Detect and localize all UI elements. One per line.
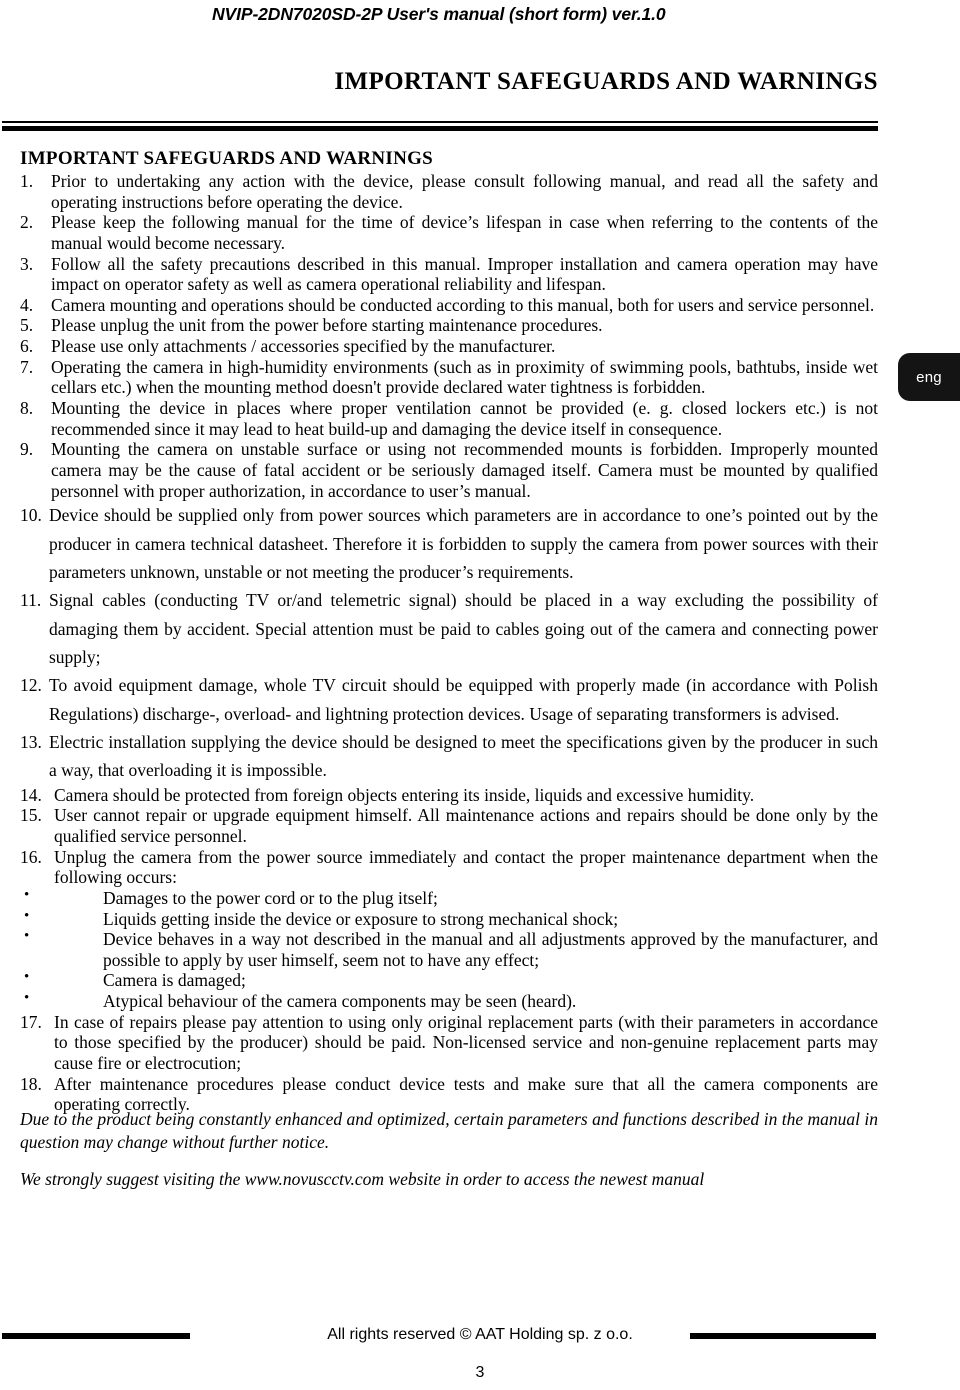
note-paragraph: We strongly suggest visiting the www.nov… (20, 1169, 705, 1190)
list-item-text: Device should be supplied only from powe… (49, 505, 878, 582)
list-item: 14. Camera should be protected from forei… (20, 785, 878, 806)
list-item-text: Device behaves in a way not described in… (103, 929, 878, 970)
list-item-number: 6. (20, 336, 34, 357)
bullet-icon: • (24, 907, 30, 924)
list-item: • Liquids getting inside the device or ex… (20, 907, 878, 930)
list-item: 3. Follow all the safety precautions desc… (20, 254, 878, 295)
bullet-icon: • (24, 990, 30, 1007)
divider-line-thick (2, 126, 878, 131)
list-item: 6. Please use only attachments / accessor… (20, 336, 878, 357)
list-item: 15. User cannot repair or upgrade equipme… (20, 805, 878, 846)
list-item: • Device behaves in a way not described i… (20, 928, 878, 970)
list-item-number: 1. (20, 171, 34, 191)
list-item: 8. Mounting the device in places where pr… (20, 398, 878, 439)
bullet-icon: • (24, 969, 30, 986)
list-item: 13. Electric installation supplying the d… (20, 728, 878, 785)
language-tab-label: eng (916, 368, 942, 386)
list-item: 5. Please unplug the unit from the power … (20, 315, 878, 336)
list-item-number: 14. (20, 784, 42, 805)
list-item: • Camera is damaged; (20, 969, 878, 991)
list-item: 2. Please keep the following manual for t… (20, 212, 878, 253)
list-item: 9. Mounting the camera on unstable surfac… (20, 439, 878, 501)
list-item-text: Unplug the camera from the power source … (54, 846, 878, 888)
list-item: • Damages to the power cord or to the plu… (20, 886, 878, 909)
list-item-number: 7. (20, 356, 34, 377)
list-item-number: 16. (20, 846, 42, 867)
list-item-number: 4. (20, 294, 34, 315)
list-item-text: Liquids getting inside the device or exp… (103, 908, 619, 929)
list-item-text: Prior to undertaking any action with the… (51, 171, 878, 212)
running-header-title: NVIP-2DN7020SD-2P User's manual (short f… (212, 4, 666, 24)
list-item-text: User cannot repair or upgrade equipment … (54, 805, 878, 846)
list-item-number: 17. (20, 1011, 42, 1032)
safeguards-list: 1. Prior to undertaking any action with t… (20, 171, 878, 888)
language-tab-eng[interactable]: eng (898, 353, 960, 401)
list-item-text: Damages to the power cord or to the plug… (103, 887, 438, 908)
occurrences-list: • Damages to the power cord or to the plu… (20, 886, 878, 1012)
closing-notes: Due to the product being constantly enha… (20, 1108, 878, 1191)
list-item-text: Please use only attachments / accessorie… (51, 336, 556, 357)
list-item: • Atypical behaviour of the camera compon… (20, 990, 878, 1012)
list-item-number: 11. (20, 590, 42, 611)
list-item-number: 18. (20, 1073, 42, 1094)
list-item-text: Camera should be protected from foreign … (54, 784, 755, 805)
list-item: 11. Signal cables (conducting TV or/and t… (20, 586, 878, 671)
document-body: IMPORTANT SAFEGUARDS AND WARNINGS 1. Prio… (20, 148, 878, 1115)
list-item-number: 2. (20, 212, 34, 233)
list-item: 17. In case of repairs please pay attenti… (20, 1012, 878, 1074)
list-item-number: 8. (20, 398, 34, 419)
list-item: 10. Device should be supplied only from p… (20, 501, 878, 586)
list-item-number: 5. (20, 315, 34, 336)
list-item-text: Follow all the safety precautions descri… (51, 253, 878, 295)
list-item-number: 15. (20, 805, 42, 826)
list-item: 16. Unplug the camera from the power sour… (20, 847, 878, 888)
list-item-text: Please unplug the unit from the power be… (51, 315, 603, 336)
safeguards-list-continued: 17. In case of repairs please pay attenti… (20, 1012, 878, 1115)
list-item-text: Atypical behaviour of the camera compone… (103, 991, 577, 1012)
list-item-text: Camera is damaged; (103, 970, 246, 991)
title-divider (2, 121, 878, 131)
note-paragraph: Due to the product being constantly enha… (20, 1109, 878, 1153)
list-item-text: Electric installation supplying the devi… (49, 732, 878, 781)
list-item-number: 3. (20, 253, 34, 274)
bullet-icon: • (24, 928, 30, 945)
footer-copyright: All rights reserved © AAT Holding sp. z … (327, 1326, 633, 1343)
list-item: 7. Operating the camera in high-humidity … (20, 357, 878, 398)
list-item: 4. Camera mounting and operations should … (20, 295, 878, 316)
list-item-text: Operating the camera in high-humidity en… (51, 356, 878, 398)
bullet-icon: • (24, 886, 30, 903)
list-item-number: 12. (20, 675, 42, 696)
list-item: 1. Prior to undertaking any action with t… (20, 171, 878, 212)
list-item-number: 13. (20, 732, 42, 752)
page-title: IMPORTANT SAFEGUARDS AND WARNINGS (334, 68, 878, 95)
list-item-text: Mounting the device in places where prop… (51, 398, 878, 439)
list-item-text: In case of repairs please pay attention … (54, 1011, 878, 1074)
list-item-number: 9. (20, 439, 34, 460)
list-item: 12. To avoid equipment damage, whole TV c… (20, 671, 878, 728)
list-item-number: 10. (20, 505, 42, 526)
list-item-text: Signal cables (conducting TV or/and tele… (49, 590, 878, 667)
list-item-text: Mounting the camera on unstable surface … (51, 439, 878, 501)
list-item-text: Camera mounting and operations should be… (51, 294, 875, 315)
list-item-text: Please keep the following manual for the… (51, 212, 878, 253)
list-item-text: To avoid equipment damage, whole TV circ… (49, 675, 878, 724)
section-heading: IMPORTANT SAFEGUARDS AND WARNINGS (20, 148, 434, 169)
page-number: 3 (475, 1364, 485, 1381)
